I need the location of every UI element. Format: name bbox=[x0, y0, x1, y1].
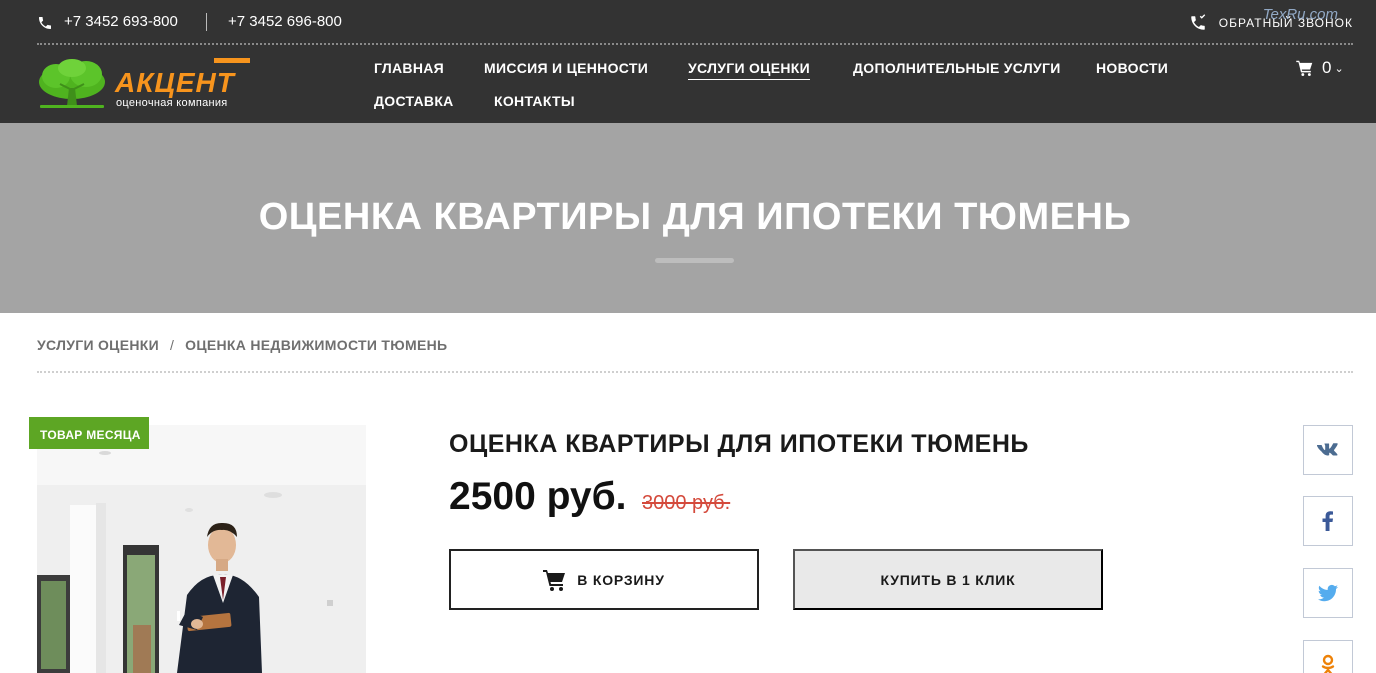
breadcrumb: УСЛУГИ ОЦЕНКИ / ОЦЕНКА НЕДВИЖИМОСТИ ТЮМЕНЬ bbox=[37, 337, 447, 353]
site-header: +7 3452 693-800 +7 3452 696-800 ОБРАТНЫЙ… bbox=[0, 0, 1376, 123]
nav-item-home[interactable]: ГЛАВНАЯ bbox=[374, 60, 444, 76]
buy-one-click-button[interactable]: КУПИТЬ В 1 КЛИК bbox=[793, 549, 1103, 610]
contact-bar: +7 3452 693-800 +7 3452 696-800 ОБРАТНЫЙ… bbox=[37, 0, 1353, 45]
cart-icon bbox=[1296, 60, 1313, 76]
product-image[interactable] bbox=[37, 425, 366, 673]
chevron-down-icon: ⌄ bbox=[1334, 62, 1344, 75]
cart-count: 0 bbox=[1322, 58, 1332, 77]
add-to-cart-label: В КОРЗИНУ bbox=[577, 571, 665, 588]
facebook-share-button[interactable] bbox=[1303, 496, 1353, 546]
logo-text: АКЦЕНТ bbox=[115, 67, 235, 98]
breadcrumb-item-services[interactable]: УСЛУГИ ОЦЕНКИ bbox=[37, 337, 159, 353]
product-price: 2500 руб. bbox=[449, 475, 627, 518]
logo-accent-bar bbox=[214, 58, 250, 63]
company-logo[interactable]: АКЦЕНТ оценочная компания bbox=[36, 56, 256, 112]
facebook-icon bbox=[1322, 511, 1333, 531]
buy-one-click-label: КУПИТЬ В 1 КЛИК bbox=[880, 571, 1016, 588]
tree-logo-icon bbox=[39, 59, 105, 108]
breadcrumb-item-real-estate[interactable]: ОЦЕНКА НЕДВИЖИМОСТИ ТЮМЕНЬ bbox=[185, 337, 447, 353]
nav-item-additional-services[interactable]: ДОПОЛНИТЕЛЬНЫЕ УСЛУГИ bbox=[853, 60, 1061, 76]
callback-phone-icon bbox=[1191, 14, 1205, 30]
nav-item-services[interactable]: УСЛУГИ ОЦЕНКИ bbox=[688, 60, 810, 80]
title-underline bbox=[655, 258, 734, 263]
nav-item-mission[interactable]: МИССИЯ И ЦЕННОСТИ bbox=[484, 60, 648, 76]
add-to-cart-button[interactable]: В КОРЗИНУ bbox=[449, 549, 759, 610]
phone-icon bbox=[39, 17, 51, 29]
product-old-price: 3000 руб. bbox=[642, 492, 731, 514]
phone-number-1[interactable]: +7 3452 693-800 bbox=[64, 13, 178, 30]
vk-icon bbox=[1317, 443, 1338, 456]
phone-separator bbox=[206, 13, 207, 31]
breadcrumb-divider bbox=[37, 371, 1353, 373]
page-banner: ОЦЕНКА КВАРТИРЫ ДЛЯ ИПОТЕКИ ТЮМЕНЬ bbox=[0, 123, 1376, 313]
watermark: TexRu.com bbox=[1262, 6, 1338, 23]
nav-item-contacts[interactable]: КОНТАКТЫ bbox=[494, 93, 575, 109]
twitter-share-button[interactable] bbox=[1303, 568, 1353, 618]
nav-item-delivery[interactable]: ДОСТАВКА bbox=[374, 93, 454, 109]
breadcrumb-separator: / bbox=[169, 337, 175, 353]
header-cart[interactable]: 0 ⌄ bbox=[1296, 58, 1344, 78]
vk-share-button[interactable] bbox=[1303, 425, 1353, 475]
logo-subtitle: оценочная компания bbox=[116, 97, 228, 109]
product-title: ОЦЕНКА КВАРТИРЫ ДЛЯ ИПОТЕКИ ТЮМЕНЬ bbox=[449, 430, 1029, 458]
twitter-icon bbox=[1318, 584, 1338, 602]
cart-icon bbox=[543, 569, 566, 591]
phone-number-2[interactable]: +7 3452 696-800 bbox=[228, 13, 342, 30]
odnoklassniki-icon bbox=[1321, 654, 1335, 673]
page-title: ОЦЕНКА КВАРТИРЫ ДЛЯ ИПОТЕКИ ТЮМЕНЬ bbox=[258, 196, 1132, 238]
nav-item-news[interactable]: НОВОСТИ bbox=[1096, 60, 1168, 76]
odnoklassniki-share-button[interactable] bbox=[1303, 640, 1353, 673]
appraiser-photo bbox=[37, 425, 366, 673]
product-of-month-badge: ТОВАР МЕСЯЦА bbox=[29, 417, 149, 449]
